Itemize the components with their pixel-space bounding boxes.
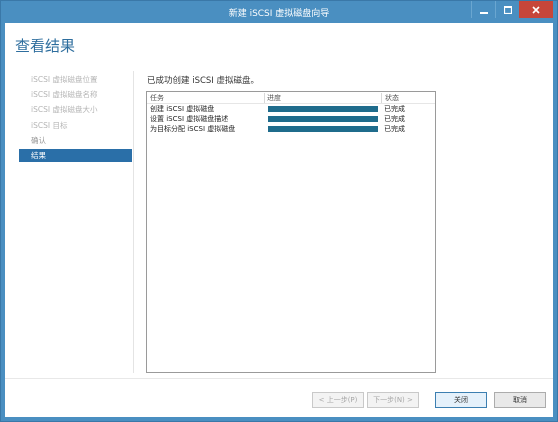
progress-bar [268,116,378,122]
nav-item-results: 结果 [19,148,132,162]
wizard-content: 查看结果 iSCSI 虚拟磁盘位置 iSCSI 虚拟磁盘名称 iSCSI 虚拟磁… [5,23,553,417]
nav-item-disk-name: iSCSI 虚拟磁盘名称 [31,90,98,100]
close-window-button[interactable] [519,1,553,18]
footer-divider [5,378,553,379]
progress-fill [268,126,378,132]
success-message: 已成功创建 iSCSI 虚拟磁盘。 [147,76,259,86]
task-status: 已完成 [384,125,405,133]
wizard-nav: iSCSI 虚拟磁盘位置 iSCSI 虚拟磁盘名称 iSCSI 虚拟磁盘大小 i… [19,73,132,164]
next-button[interactable]: 下一步(N) > [367,392,419,408]
maximize-button[interactable] [495,1,519,18]
page-title: 查看结果 [15,37,76,55]
previous-button[interactable]: < 上一步(P) [312,392,364,408]
progress-fill [268,116,378,122]
nav-item-disk-location: iSCSI 虚拟磁盘位置 [31,75,98,84]
column-header-status[interactable]: 状态 [385,93,399,103]
minimize-button[interactable] [471,1,495,18]
column-separator[interactable] [264,93,265,103]
progress-bar [268,106,378,112]
column-separator[interactable] [381,93,382,103]
list-header: 任务 进度 状态 [147,92,435,104]
cancel-button[interactable]: 取消 [494,392,546,408]
nav-item-confirm: 确认 [31,135,46,145]
column-header-task[interactable]: 任务 [150,93,164,103]
table-row[interactable]: 设置 iSCSI 虚拟磁盘描述 已完成 [147,114,435,124]
minimize-icon [479,11,488,14]
nav-item-disk-size: iSCSI 虚拟磁盘大小 [31,105,98,115]
title-bar[interactable]: 新建 iSCSI 虚拟磁盘向导 [1,1,557,23]
task-name: 为目标分配 iSCSI 虚拟磁盘 [150,125,236,133]
close-icon [532,5,540,14]
column-header-progress[interactable]: 进度 [267,93,281,103]
wizard-window: 新建 iSCSI 虚拟磁盘向导 查看结果 iSCSI 虚拟磁盘位置 iSCSI … [0,0,558,422]
task-name: 设置 iSCSI 虚拟磁盘描述 [150,115,229,123]
task-name: 创建 iSCSI 虚拟磁盘 [150,105,215,113]
close-button[interactable]: 关闭 [435,392,487,408]
maximize-icon [503,5,512,14]
caption-buttons [471,1,553,19]
task-status: 已完成 [384,105,405,113]
progress-fill [268,106,378,112]
task-list[interactable]: 任务 进度 状态 创建 iSCSI 虚拟磁盘 已完成 设置 iSCSI 虚拟磁盘… [146,91,436,373]
nav-item-iscsi-target: iSCSI 目标 [31,120,68,130]
table-row[interactable]: 创建 iSCSI 虚拟磁盘 已完成 [147,104,435,114]
task-status: 已完成 [384,115,405,123]
table-row[interactable]: 为目标分配 iSCSI 虚拟磁盘 已完成 [147,124,435,134]
nav-divider [133,71,134,373]
progress-bar [268,126,378,132]
